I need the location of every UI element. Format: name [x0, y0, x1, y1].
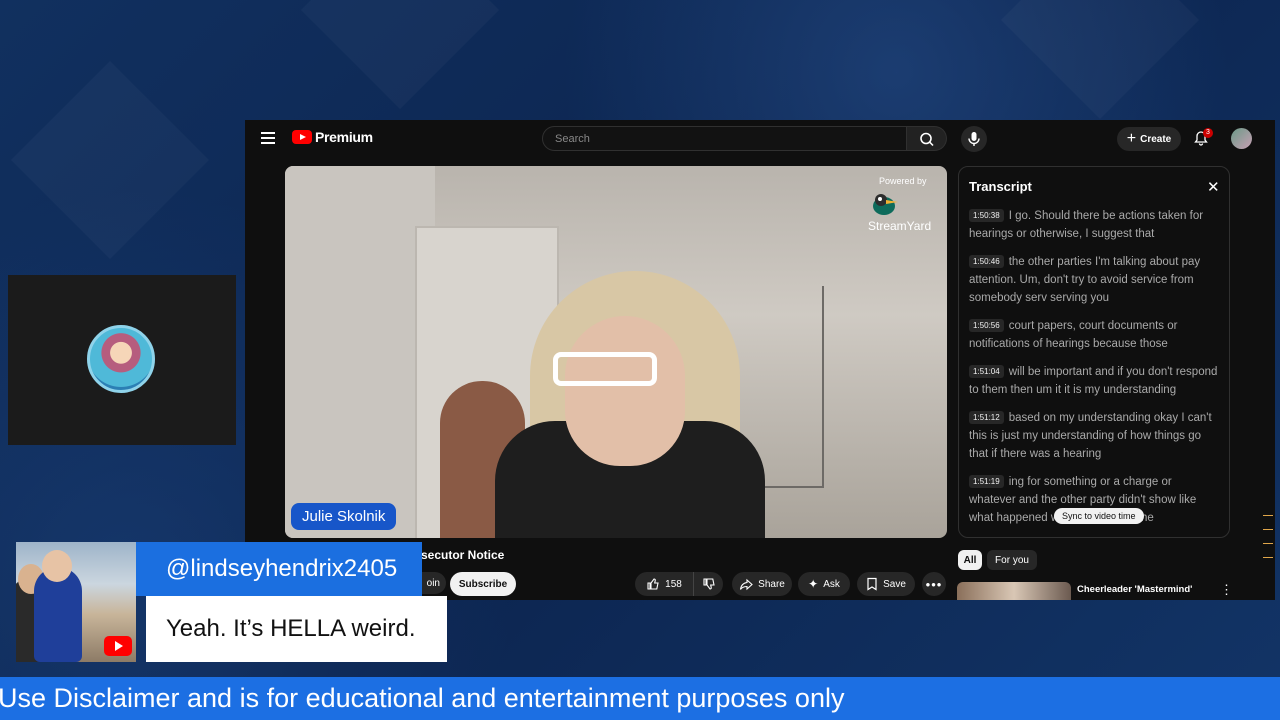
streamyard-logo-icon — [873, 194, 898, 215]
powered-by-label: Powered by — [879, 176, 927, 186]
video-title: secutor Notice — [421, 548, 505, 562]
transcript-segment[interactable]: 1:50:38 I go. Should there be actions tak… — [969, 207, 1221, 243]
video-person-face — [565, 316, 685, 466]
recommendation-title[interactable]: Cheerleader 'Mastermind' — [1077, 584, 1192, 595]
photo-person-head — [42, 550, 72, 582]
transcript-title: Transcript — [969, 179, 1032, 194]
youtube-badge-icon — [104, 636, 132, 656]
segment-text: I go. Should there be actions taken for … — [969, 210, 1204, 240]
transcript-segment[interactable]: 1:50:56 court papers, court documents or … — [969, 317, 1221, 353]
top-bar: Premium + Create 3 — [245, 120, 1275, 158]
streamer-avatar — [87, 325, 155, 393]
save-label: Save — [883, 578, 906, 590]
segment-timestamp: 1:50:38 — [969, 209, 1004, 222]
search-button[interactable] — [907, 126, 947, 151]
share-label: Share — [758, 578, 785, 590]
video-scene-wall — [285, 166, 435, 538]
youtube-premium-logo[interactable]: Premium — [292, 129, 373, 145]
logo-text: Premium — [315, 129, 373, 145]
chat-message-text: Yeah. It’s HELLA weird. — [166, 615, 416, 642]
chat-username-text: @lindseyhendrix2405 — [166, 555, 398, 582]
transcript-segment[interactable]: 1:50:46 the other parties I'm talking abo… — [969, 253, 1221, 307]
chip-all[interactable]: All — [958, 550, 982, 570]
search-icon — [920, 132, 934, 147]
microphone-icon — [968, 132, 980, 146]
create-button[interactable]: + Create — [1117, 127, 1181, 151]
segment-timestamp: 1:50:56 — [969, 319, 1004, 332]
more-actions-button[interactable]: ••• — [922, 572, 946, 596]
share-icon — [740, 578, 753, 591]
ask-button[interactable]: ✦ Ask — [798, 572, 850, 596]
streamyard-label: StreamYard — [868, 219, 932, 233]
sync-to-video-time-button[interactable]: Sync to video time — [1054, 508, 1144, 524]
search-box[interactable] — [542, 126, 907, 151]
save-button[interactable]: Save — [857, 572, 915, 596]
chat-username: @lindseyhendrix2405 — [136, 542, 422, 596]
like-button[interactable]: 158 — [635, 572, 693, 596]
sparkle-icon: ✦ — [808, 577, 819, 591]
segment-timestamp: 1:50:46 — [969, 255, 1004, 268]
chip-for-you[interactable]: For you — [987, 550, 1037, 570]
thumbs-down-icon — [702, 578, 715, 590]
close-icon[interactable]: ✕ — [1207, 178, 1220, 196]
youtube-window: Premium + Create 3 Powered by StreamYard… — [245, 120, 1275, 600]
transcript-segment[interactable]: 1:51:12 based on my understanding okay I … — [969, 409, 1221, 463]
recommendation-thumbnail[interactable] — [957, 582, 1071, 600]
segment-timestamp: 1:51:04 — [969, 365, 1004, 378]
menu-icon[interactable] — [261, 132, 275, 144]
segment-text: will be important and if you don't respo… — [969, 366, 1218, 396]
chat-message: Yeah. It’s HELLA weird. — [146, 596, 447, 662]
transcript-panel: Transcript ✕ 1:50:38 I go. Should there b… — [958, 166, 1230, 538]
notification-badge: 3 — [1203, 128, 1213, 138]
ticker-text: Use Disclaimer and is for educational an… — [0, 683, 845, 713]
transcript-list[interactable]: 1:50:38 I go. Should there be actions tak… — [969, 207, 1221, 537]
voice-search-button[interactable] — [961, 126, 987, 152]
share-button[interactable]: Share — [732, 572, 792, 596]
more-vertical-icon[interactable]: ⋮ — [1220, 582, 1233, 598]
create-label: Create — [1140, 133, 1172, 145]
more-horizontal-icon: ••• — [925, 576, 943, 592]
segment-text: based on my understanding okay I can't t… — [969, 412, 1212, 460]
thumbs-up-icon — [647, 578, 659, 590]
subscribe-button[interactable]: Subscribe — [450, 572, 516, 596]
youtube-play-icon — [292, 130, 312, 144]
dislike-button[interactable] — [693, 572, 723, 596]
account-avatar[interactable] — [1231, 128, 1252, 149]
video-person-glasses — [553, 352, 657, 386]
ask-label: Ask — [823, 578, 840, 590]
bookmark-icon — [867, 577, 877, 591]
transcript-segment[interactable]: 1:51:04 will be important and if you don'… — [969, 363, 1221, 399]
speaker-name-tag: Julie Skolnik — [291, 503, 397, 530]
segment-timestamp: 1:51:19 — [969, 475, 1004, 488]
segment-timestamp: 1:51:12 — [969, 411, 1004, 424]
disclaimer-ticker: Use Disclaimer and is for educational an… — [0, 677, 1280, 720]
video-player[interactable]: Powered by StreamYard Julie Skolnik — [285, 166, 947, 538]
plus-icon: + — [1126, 130, 1137, 147]
side-markers — [1263, 515, 1273, 571]
like-count: 158 — [665, 578, 682, 590]
search-input[interactable] — [553, 132, 877, 146]
